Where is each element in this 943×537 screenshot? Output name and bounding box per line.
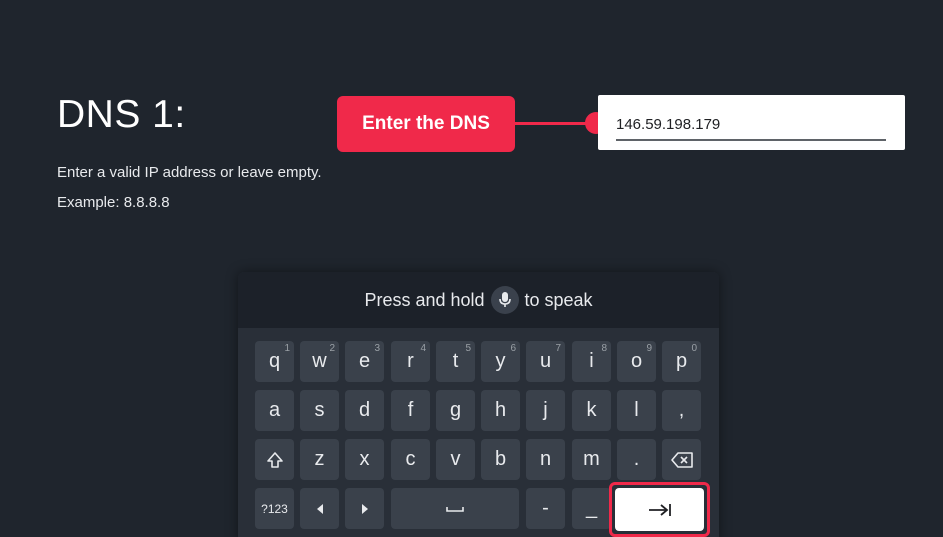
key-g[interactable]: g	[436, 390, 475, 431]
page-title: DNS 1:	[57, 93, 186, 136]
shift-key[interactable]	[255, 439, 294, 480]
on-screen-keyboard: Press and hold to speak q1 w2 e3 r4 t5 y…	[238, 272, 719, 537]
key-a[interactable]: a	[255, 390, 294, 431]
key-f[interactable]: f	[391, 390, 430, 431]
key-d[interactable]: d	[345, 390, 384, 431]
key-o[interactable]: o9	[617, 341, 656, 382]
key-l[interactable]: l	[617, 390, 656, 431]
enter-key-highlight	[609, 482, 710, 537]
dns-input[interactable]	[616, 113, 884, 135]
backspace-icon	[670, 451, 693, 468]
key-p[interactable]: p0	[662, 341, 701, 382]
underscore-key[interactable]: _	[572, 488, 611, 529]
key-u[interactable]: u7	[526, 341, 565, 382]
dash-key[interactable]: -	[526, 488, 565, 529]
key-e[interactable]: e3	[345, 341, 384, 382]
space-icon	[446, 506, 464, 512]
symbols-key[interactable]: ?123	[255, 488, 294, 529]
key-y[interactable]: y6	[481, 341, 520, 382]
key-k[interactable]: k	[572, 390, 611, 431]
key-m[interactable]: m	[572, 439, 611, 480]
key-b[interactable]: b	[481, 439, 520, 480]
next-key[interactable]	[615, 488, 704, 531]
space-key[interactable]	[391, 488, 519, 529]
shift-icon	[266, 451, 283, 468]
example-text: Example: 8.8.8.8	[57, 194, 170, 211]
tab-next-icon	[648, 503, 671, 516]
voice-hint-suffix: to speak	[524, 289, 593, 310]
arrow-right-icon	[361, 503, 368, 514]
voice-hint-bar: Press and hold to speak	[238, 272, 719, 328]
arrow-left-icon	[316, 503, 323, 514]
right-arrow-key[interactable]	[345, 488, 384, 529]
dns-underline	[616, 139, 886, 141]
dns-settings-screen: DNS 1: Enter a valid IP address or leave…	[0, 0, 943, 537]
key-c[interactable]: c	[391, 439, 430, 480]
voice-hint-prefix: Press and hold	[364, 289, 485, 310]
key-j[interactable]: j	[526, 390, 565, 431]
microphone-icon[interactable]	[490, 286, 519, 314]
hint-text: Enter a valid IP address or leave empty.	[57, 164, 322, 181]
key-v[interactable]: v	[436, 439, 475, 480]
key-z[interactable]: z	[300, 439, 339, 480]
dns-field[interactable]	[598, 95, 905, 150]
backspace-key[interactable]	[662, 439, 701, 480]
key-i[interactable]: i8	[572, 341, 611, 382]
key-period[interactable]: .	[617, 439, 656, 480]
key-n[interactable]: n	[526, 439, 565, 480]
key-comma[interactable]: ,	[662, 390, 701, 431]
key-w[interactable]: w2	[300, 341, 339, 382]
key-q[interactable]: q1	[255, 341, 294, 382]
callout-label: Enter the DNS	[337, 96, 515, 152]
left-arrow-key[interactable]	[300, 488, 339, 529]
key-t[interactable]: t5	[436, 341, 475, 382]
key-r[interactable]: r4	[391, 341, 430, 382]
key-s[interactable]: s	[300, 390, 339, 431]
callout-connector	[515, 122, 595, 125]
key-x[interactable]: x	[345, 439, 384, 480]
key-h[interactable]: h	[481, 390, 520, 431]
